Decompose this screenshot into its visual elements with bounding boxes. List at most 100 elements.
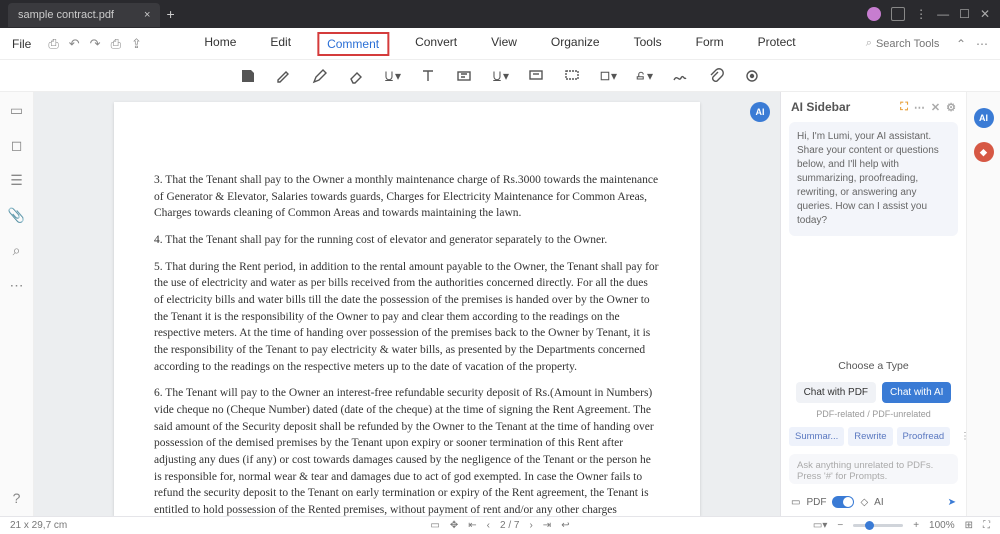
fit-icon[interactable]: ▭▾ bbox=[813, 520, 827, 531]
save-icon[interactable]: ⎙ bbox=[48, 36, 58, 52]
app-icon[interactable]: ◆ bbox=[974, 142, 994, 162]
stamp2-icon[interactable]: ▾ bbox=[635, 67, 653, 85]
last-page-icon[interactable]: ⇥ bbox=[543, 520, 551, 531]
show-comments-icon[interactable] bbox=[743, 67, 761, 85]
signature-icon[interactable] bbox=[671, 67, 689, 85]
thumbnails-icon[interactable]: ▭ bbox=[10, 102, 23, 119]
attach-icon[interactable] bbox=[707, 67, 725, 85]
ai-intro: Hi, I'm Lumi, your AI assistant. Share y… bbox=[789, 122, 958, 236]
print-icon[interactable]: ⎙ bbox=[111, 36, 121, 52]
undo-icon[interactable]: ↶ bbox=[69, 36, 80, 52]
right-rail: AI ◆ bbox=[966, 92, 1000, 516]
layers-icon[interactable]: ☰ bbox=[10, 172, 23, 189]
comment-toolbar: ▾ ▾ ▾ ▾ bbox=[0, 60, 1000, 92]
foot-book-icon: ▭ bbox=[791, 497, 800, 508]
ai-prompt-input[interactable]: Ask anything unrelated to PDFs. Press '#… bbox=[789, 454, 958, 484]
menu-organize[interactable]: Organize bbox=[543, 32, 608, 56]
more-icon[interactable]: ⋮ bbox=[915, 7, 927, 21]
close-icon[interactable]: ✕ bbox=[980, 7, 990, 21]
pencil-icon[interactable] bbox=[311, 67, 329, 85]
chat-ai-button[interactable]: Chat with AI bbox=[882, 382, 951, 403]
menu-comment[interactable]: Comment bbox=[317, 32, 389, 56]
sidebar-title: AI Sidebar bbox=[791, 100, 850, 114]
menu-convert[interactable]: Convert bbox=[407, 32, 465, 56]
attachments-icon[interactable]: 📎 bbox=[8, 207, 25, 224]
maximize-icon[interactable]: ☐ bbox=[959, 7, 970, 21]
zoom-level[interactable]: 100% bbox=[929, 520, 955, 531]
page-dimensions: 21 x 29,7 cm bbox=[10, 520, 67, 531]
minimize-icon[interactable]: — bbox=[937, 7, 949, 21]
paragraph: 3. That the Tenant shall pay to the Owne… bbox=[154, 172, 660, 222]
hand-icon[interactable]: ✥ bbox=[450, 520, 458, 531]
underline-icon[interactable]: ▾ bbox=[383, 67, 401, 85]
more-icon[interactable]: ⋯ bbox=[914, 101, 925, 114]
new-tab-button[interactable]: + bbox=[166, 6, 174, 22]
redo-icon[interactable]: ↷ bbox=[90, 36, 101, 52]
bookmark-icon[interactable]: ◻ bbox=[11, 137, 23, 154]
shape-icon[interactable]: ▾ bbox=[599, 67, 617, 85]
zoom-out-icon[interactable]: − bbox=[837, 520, 843, 531]
paragraph: 6. The Tenant will pay to the Owner an i… bbox=[154, 385, 660, 516]
share-icon[interactable]: ⇪ bbox=[131, 36, 142, 52]
foot-ai-icon: ◇ bbox=[860, 497, 868, 508]
tab-title: sample contract.pdf bbox=[18, 9, 114, 21]
cart-icon[interactable]: ⛶ bbox=[900, 101, 908, 114]
highlight-icon[interactable] bbox=[275, 67, 293, 85]
choose-type-label: Choose a Type bbox=[781, 360, 966, 372]
file-menu[interactable]: File bbox=[12, 37, 31, 51]
textbox-icon[interactable] bbox=[455, 67, 473, 85]
back-icon[interactable]: ↩ bbox=[561, 520, 569, 531]
foot-pdf-label: PDF bbox=[806, 497, 826, 508]
chat-pdf-button[interactable]: Chat with PDF bbox=[796, 382, 876, 403]
window-snap-icon[interactable] bbox=[891, 7, 905, 21]
search-panel-icon[interactable]: ⌕ bbox=[13, 242, 21, 259]
close-sidebar-icon[interactable]: ✕ bbox=[931, 101, 940, 114]
type-note: PDF-related / PDF-unrelated bbox=[781, 409, 966, 419]
pdf-page: 3. That the Tenant shall pay to the Owne… bbox=[114, 102, 700, 516]
document-tab[interactable]: sample contract.pdf × bbox=[8, 3, 160, 27]
page-indicator[interactable]: 2 / 7 bbox=[500, 520, 519, 531]
settings-icon[interactable]: ⚙ bbox=[946, 101, 956, 114]
search-icon: ⌕ bbox=[866, 37, 872, 50]
send-icon[interactable]: ➤ bbox=[948, 497, 956, 508]
search-input[interactable] bbox=[876, 38, 946, 50]
search-tools[interactable]: ⌕ bbox=[866, 37, 946, 50]
more-icon[interactable]: ⋯ bbox=[976, 37, 988, 51]
fullscreen-icon[interactable]: ⛶ bbox=[983, 520, 990, 531]
text-icon[interactable] bbox=[419, 67, 437, 85]
help-icon[interactable]: ? bbox=[13, 490, 21, 506]
paragraph: 4. That the Tenant shall pay for the run… bbox=[154, 232, 660, 249]
ai-action-rewrite[interactable]: Rewrite bbox=[848, 427, 892, 446]
stamp-icon[interactable] bbox=[563, 67, 581, 85]
menu-home[interactable]: Home bbox=[196, 32, 244, 56]
note-icon[interactable] bbox=[239, 67, 257, 85]
pdf-toggle[interactable] bbox=[832, 496, 854, 508]
collapse-icon[interactable]: ⌃ bbox=[956, 37, 966, 51]
document-area: AI 3. That the Tenant shall pay to the O… bbox=[34, 92, 780, 516]
menu-view[interactable]: View bbox=[483, 32, 525, 56]
prev-page-icon[interactable]: ‹ bbox=[487, 520, 490, 531]
layout-icon[interactable]: ⊞ bbox=[965, 520, 973, 531]
ai-action-summar[interactable]: Summar... bbox=[789, 427, 844, 446]
zoom-in-icon[interactable]: + bbox=[913, 520, 919, 531]
view-mode-icon[interactable]: ▭ bbox=[430, 520, 439, 531]
paragraph: 5. That during the Rent period, in addit… bbox=[154, 259, 660, 376]
callout-icon[interactable] bbox=[527, 67, 545, 85]
first-page-icon[interactable]: ⇤ bbox=[468, 520, 476, 531]
ai-sidebar: AI Sidebar ⛶ ⋯ ✕ ⚙ Hi, I'm Lumi, your AI… bbox=[780, 92, 966, 516]
ai-icon[interactable]: AI bbox=[974, 108, 994, 128]
menu-edit[interactable]: Edit bbox=[262, 32, 299, 56]
account-avatar[interactable] bbox=[867, 7, 881, 21]
menu-protect[interactable]: Protect bbox=[750, 32, 804, 56]
eraser-icon[interactable] bbox=[347, 67, 365, 85]
menu-tools[interactable]: Tools bbox=[626, 32, 670, 56]
more-panel-icon[interactable]: ⋯ bbox=[10, 277, 24, 294]
ai-badge-icon[interactable]: AI bbox=[750, 102, 770, 122]
zoom-slider[interactable] bbox=[853, 524, 903, 527]
area-highlight-icon[interactable]: ▾ bbox=[491, 67, 509, 85]
main-menu: Home Edit Comment Convert View Organize Tools F… bbox=[196, 32, 803, 56]
ai-action-proofread[interactable]: Proofread bbox=[897, 427, 951, 446]
close-tab-icon[interactable]: × bbox=[144, 9, 150, 21]
menu-form[interactable]: Form bbox=[688, 32, 732, 56]
next-page-icon[interactable]: › bbox=[529, 520, 532, 531]
